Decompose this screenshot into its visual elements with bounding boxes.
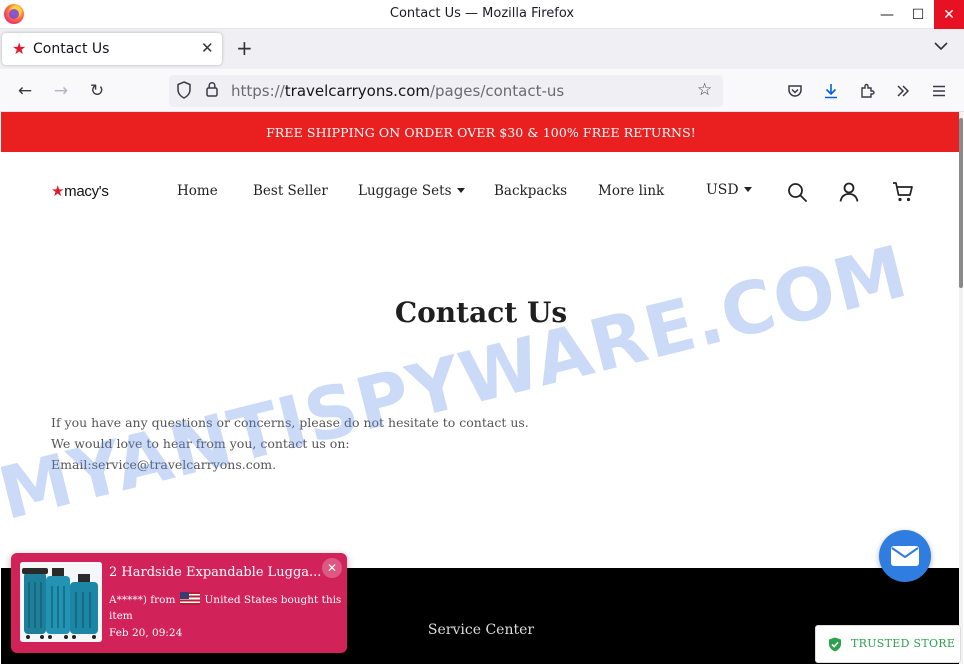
popup-buyer: A*****) from <box>109 594 176 606</box>
currency-selector[interactable]: USD <box>706 182 752 198</box>
us-flag-icon <box>180 592 201 605</box>
popup-close-button[interactable]: ✕ <box>322 558 342 578</box>
contact-text: If you have any questions or concerns, p… <box>51 412 529 475</box>
tab-contact-us[interactable]: ★ Contact Us ✕ <box>2 33 222 65</box>
nav-more-link[interactable]: More link <box>598 183 664 199</box>
navigation-toolbar: ← → ↻ https://travelcarryons.com/pages/c… <box>0 69 964 112</box>
chat-button[interactable] <box>879 530 931 582</box>
url-domain: travelcarryons.com <box>284 82 430 100</box>
url-path: /pages/contact-us <box>429 82 565 100</box>
close-window-button[interactable]: ✕ <box>934 0 964 29</box>
caret-down-icon <box>743 187 752 192</box>
scrollbar-thumb[interactable] <box>959 118 963 288</box>
contact-line: If you have any questions or concerns, p… <box>51 415 529 430</box>
popup-product-title[interactable]: 2 Hardside Expandable Lugga... <box>109 565 321 580</box>
envelope-icon <box>891 546 919 566</box>
list-all-tabs-button[interactable] <box>934 40 948 54</box>
minimize-button[interactable]: — <box>872 0 902 29</box>
currency-label: USD <box>706 182 739 198</box>
account-icon[interactable] <box>837 180 861 204</box>
shield-check-icon <box>829 637 841 652</box>
logo-text: macy's <box>64 183 109 200</box>
cart-icon[interactable] <box>891 180 915 204</box>
url-scheme: https:// <box>231 82 285 100</box>
maximize-button[interactable]: ☐ <box>903 0 933 29</box>
macys-star-favicon-icon: ★ <box>12 39 27 58</box>
trusted-store-label: TRUSTED STORE <box>851 637 956 650</box>
tab-label: Contact Us <box>33 41 110 57</box>
star-icon: ★ <box>51 183 65 200</box>
popup-time: Feb 20, 09:24 <box>109 627 183 639</box>
hamburger-menu-icon[interactable] <box>927 79 951 103</box>
reload-button[interactable]: ↻ <box>85 79 109 103</box>
popup-buyer-line: A*****) from United States bought this <box>109 592 341 606</box>
contact-email: Email:service@travelcarryons.com. <box>51 457 277 472</box>
url-text[interactable]: https://travelcarryons.com/pages/contact… <box>231 82 564 100</box>
luggage-product-image <box>20 562 102 642</box>
window-title: Contact Us — Mozilla Firefox <box>389 6 575 21</box>
close-tab-button[interactable]: ✕ <box>201 39 214 57</box>
site-header: ★macy's Home Best Seller Luggage Sets Ba… <box>1 152 961 232</box>
lock-icon[interactable] <box>205 80 219 102</box>
window-titlebar: Contact Us — Mozilla Firefox — ☐ ✕ <box>0 0 964 29</box>
pocket-icon[interactable] <box>783 79 807 103</box>
caret-down-icon <box>456 188 465 193</box>
sales-notification-popup[interactable]: 2 Hardside Expandable Lugga... ✕ A*****)… <box>11 553 347 653</box>
nav-luggage-sets-label: Luggage Sets <box>358 183 452 199</box>
bookmark-star-icon[interactable]: ☆ <box>697 80 712 100</box>
watermark: MYANTISPYWARE.COM <box>1 228 916 536</box>
shield-icon[interactable] <box>176 81 192 103</box>
popup-item-word: item <box>109 610 133 622</box>
forward-button[interactable]: → <box>49 79 73 103</box>
back-button[interactable]: ← <box>13 79 37 103</box>
page-title: Contact Us <box>394 296 568 329</box>
site-logo[interactable]: ★macy's <box>51 182 109 200</box>
overflow-chevrons-icon[interactable] <box>891 79 915 103</box>
promo-banner: FREE SHIPPING ON ORDER OVER $30 & 100% F… <box>1 112 961 152</box>
url-bar[interactable]: https://travelcarryons.com/pages/contact… <box>169 75 723 107</box>
nav-home[interactable]: Home <box>177 183 218 199</box>
download-icon[interactable] <box>819 79 843 103</box>
nav-luggage-sets[interactable]: Luggage Sets <box>358 183 465 199</box>
page-scrollbar[interactable] <box>959 112 963 664</box>
tab-bar: ★ Contact Us ✕ + <box>0 29 964 69</box>
nav-backpacks[interactable]: Backpacks <box>494 183 567 199</box>
search-icon[interactable] <box>785 180 809 204</box>
extensions-icon[interactable] <box>855 79 879 103</box>
chevron-down-icon <box>934 42 948 51</box>
new-tab-button[interactable]: + <box>236 37 253 59</box>
trusted-store-badge[interactable]: TRUSTED STORE <box>815 625 961 663</box>
contact-line: We would love to hear from you, contact … <box>51 436 350 451</box>
popup-location: United States bought this <box>204 594 342 606</box>
nav-best-seller[interactable]: Best Seller <box>253 183 328 199</box>
